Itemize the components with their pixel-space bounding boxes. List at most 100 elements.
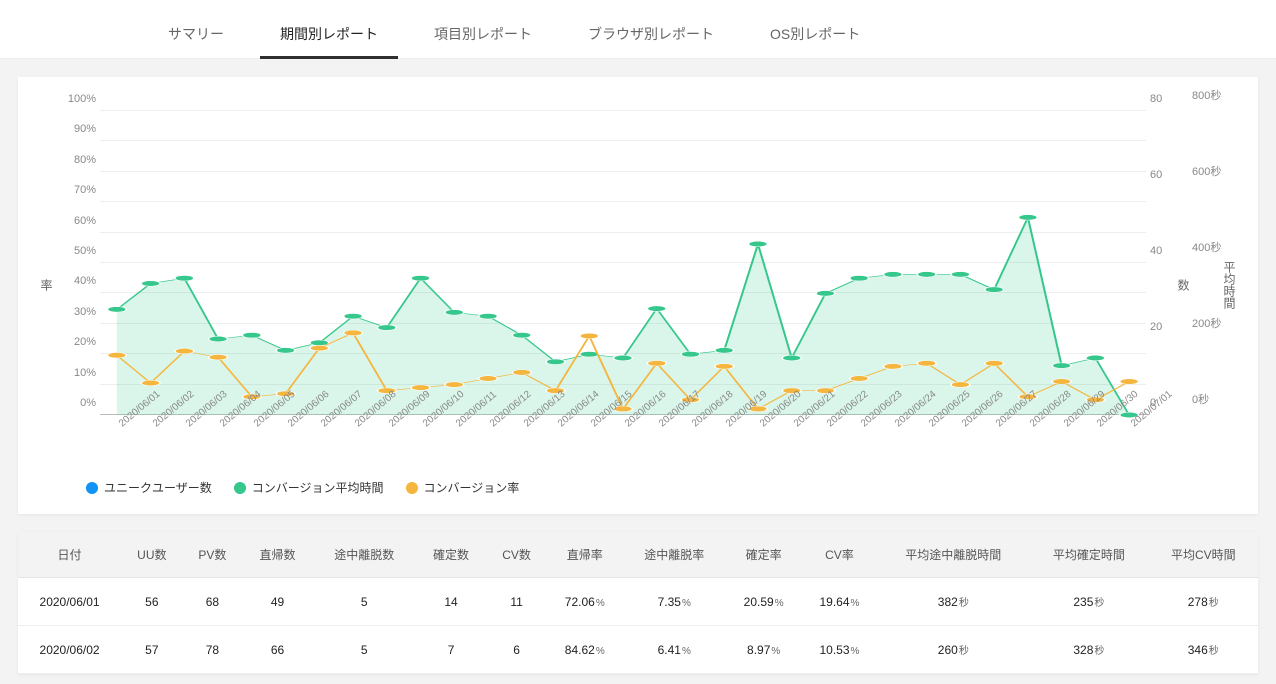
- point-green[interactable]: [850, 275, 869, 280]
- table-cell: 7.35%: [623, 578, 726, 626]
- table-cell: 346秒: [1149, 626, 1258, 674]
- table-header[interactable]: 途中離脱率: [623, 532, 726, 578]
- y-ticks-left: 0%10%20%30%40%50%60%70%80%90%100%: [56, 111, 96, 415]
- y-tick: 40%: [56, 275, 96, 287]
- x-ticks: 2020/06/012020/06/022020/06/032020/06/04…: [100, 415, 1146, 465]
- table-cell: 5: [313, 626, 416, 674]
- table-header[interactable]: PV数: [183, 532, 243, 578]
- point-green[interactable]: [917, 272, 936, 277]
- point-orange[interactable]: [209, 355, 228, 360]
- point-orange[interactable]: [1120, 379, 1139, 384]
- y-tick: 60: [1150, 169, 1190, 181]
- point-green[interactable]: [242, 332, 261, 337]
- point-green[interactable]: [175, 275, 194, 280]
- point-green[interactable]: [681, 351, 700, 356]
- table-cell: 84.62%: [547, 626, 623, 674]
- point-green[interactable]: [647, 306, 666, 311]
- table-header[interactable]: CV率: [802, 532, 878, 578]
- point-green[interactable]: [479, 313, 498, 318]
- tab-period[interactable]: 期間別レポート: [252, 10, 406, 58]
- point-orange[interactable]: [107, 353, 126, 358]
- point-green[interactable]: [546, 359, 565, 364]
- point-green[interactable]: [276, 348, 295, 353]
- y-tick: 70%: [56, 184, 96, 196]
- point-green[interactable]: [715, 348, 734, 353]
- table-header[interactable]: 確定率: [726, 532, 802, 578]
- point-green[interactable]: [1018, 215, 1037, 220]
- report-tabs: サマリー 期間別レポート 項目別レポート ブラウザ別レポート OS別レポート: [0, 0, 1276, 59]
- plot-area[interactable]: 0%10%20%30%40%50%60%70%80%90%100% 020406…: [100, 111, 1146, 415]
- point-green[interactable]: [411, 275, 430, 280]
- point-green[interactable]: [749, 241, 768, 246]
- tab-summary[interactable]: サマリー: [140, 10, 252, 58]
- point-orange[interactable]: [715, 364, 734, 369]
- point-green[interactable]: [141, 281, 160, 286]
- table-header[interactable]: 確定数: [416, 532, 487, 578]
- point-green[interactable]: [512, 332, 531, 337]
- table-cell: 78: [183, 626, 243, 674]
- point-orange[interactable]: [175, 348, 194, 353]
- y-tick: 90%: [56, 123, 96, 135]
- point-orange[interactable]: [951, 382, 970, 387]
- legend-label: コンバージョン平均時間: [252, 479, 384, 496]
- point-green[interactable]: [344, 313, 363, 318]
- point-green[interactable]: [782, 355, 801, 360]
- area-green: [117, 217, 1129, 415]
- table-header[interactable]: 直帰率: [547, 532, 623, 578]
- table-cell: 260秒: [877, 626, 1029, 674]
- y-tick: 30%: [56, 306, 96, 318]
- point-green[interactable]: [445, 310, 464, 315]
- point-orange[interactable]: [411, 385, 430, 390]
- table-cell: 328秒: [1029, 626, 1148, 674]
- tab-os[interactable]: OS別レポート: [742, 10, 888, 58]
- point-orange[interactable]: [512, 370, 531, 375]
- point-orange[interactable]: [850, 376, 869, 381]
- point-orange[interactable]: [445, 382, 464, 387]
- point-orange[interactable]: [141, 380, 160, 385]
- table-header[interactable]: 平均途中離脱時間: [877, 532, 1029, 578]
- y-tick: 20: [1150, 321, 1190, 333]
- point-green[interactable]: [951, 272, 970, 277]
- legend-item-green[interactable]: コンバージョン平均時間: [234, 479, 384, 496]
- point-orange[interactable]: [479, 376, 498, 381]
- tab-item[interactable]: 項目別レポート: [406, 10, 560, 58]
- table-header[interactable]: 直帰数: [242, 532, 313, 578]
- point-orange[interactable]: [580, 333, 599, 338]
- point-green[interactable]: [985, 287, 1004, 292]
- point-orange[interactable]: [344, 330, 363, 335]
- point-orange[interactable]: [647, 361, 666, 366]
- table-cell: 68: [183, 578, 243, 626]
- point-green[interactable]: [884, 272, 903, 277]
- point-orange[interactable]: [310, 345, 329, 350]
- table-header[interactable]: UU数: [121, 532, 182, 578]
- point-green[interactable]: [1052, 363, 1071, 368]
- table-cell: 235秒: [1029, 578, 1148, 626]
- y-tick: 10%: [56, 367, 96, 379]
- table-header[interactable]: CV数: [486, 532, 547, 578]
- point-green[interactable]: [377, 325, 396, 330]
- table-cell: 49: [242, 578, 313, 626]
- data-table: 日付UU数PV数直帰数途中離脱数確定数CV数直帰率途中離脱率確定率CV率平均途中…: [18, 532, 1258, 674]
- table-header[interactable]: 平均CV時間: [1149, 532, 1258, 578]
- point-orange[interactable]: [917, 361, 936, 366]
- table-row: 2020/06/0257786657684.62%6.41%8.97%10.53…: [18, 626, 1258, 674]
- point-green[interactable]: [816, 291, 835, 296]
- y-tick: 800秒: [1192, 87, 1232, 103]
- legend-item-blue[interactable]: ユニークユーザー数: [86, 479, 212, 496]
- y-tick: 20%: [56, 336, 96, 348]
- point-orange[interactable]: [884, 364, 903, 369]
- point-green[interactable]: [1086, 355, 1105, 360]
- point-green[interactable]: [614, 355, 633, 360]
- tab-browser[interactable]: ブラウザ別レポート: [560, 10, 742, 58]
- point-green[interactable]: [209, 336, 228, 341]
- table-cell: 66: [242, 626, 313, 674]
- table-header[interactable]: 途中離脱数: [313, 532, 416, 578]
- legend-label: コンバージョン率: [424, 479, 520, 496]
- point-green[interactable]: [107, 307, 126, 312]
- table-header[interactable]: 日付: [18, 532, 121, 578]
- legend-item-orange[interactable]: コンバージョン率: [406, 479, 520, 496]
- table-header[interactable]: 平均確定時間: [1029, 532, 1148, 578]
- point-orange[interactable]: [985, 361, 1004, 366]
- point-orange[interactable]: [1052, 379, 1071, 384]
- table-cell: 7: [416, 626, 487, 674]
